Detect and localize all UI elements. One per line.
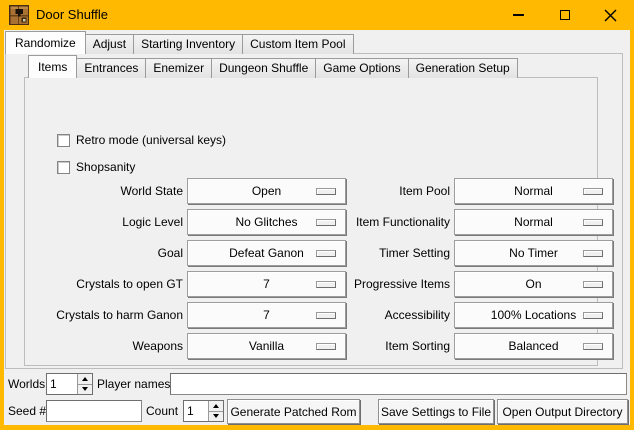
worlds-spinner	[46, 373, 93, 395]
progressive-items-label: Progressive Items	[281, 271, 450, 297]
world-state-value: Open	[252, 184, 281, 198]
count-label: Count	[146, 399, 178, 423]
tab-adjust[interactable]: Adjust	[85, 34, 134, 54]
shopsanity-option: Shopsanity	[57, 159, 135, 175]
maximize-icon	[560, 10, 570, 20]
dropdown-indicator-icon	[583, 250, 603, 257]
count-spinner	[183, 400, 224, 422]
worlds-label: Worlds	[8, 372, 45, 396]
item-functionality-value: Normal	[514, 215, 553, 229]
tab-enemizer[interactable]: Enemizer	[145, 58, 212, 78]
save-settings-button[interactable]: Save Settings to File	[378, 399, 494, 424]
client-area: Randomize Adjust Starting Inventory Cust…	[4, 30, 630, 425]
tab-custom-item-pool[interactable]: Custom Item Pool	[242, 34, 353, 54]
dropdown-indicator-icon	[583, 281, 603, 288]
count-spin-buttons	[208, 401, 223, 421]
item-pool-value: Normal	[514, 184, 553, 198]
spin-up-button[interactable]	[78, 374, 92, 384]
crystals-gt-value: 7	[263, 277, 270, 291]
item-functionality-dropdown[interactable]: Normal	[454, 209, 613, 235]
arrow-up-icon	[213, 404, 219, 408]
crystals-ganon-label: Crystals to harm Ganon	[51, 302, 183, 328]
player-names-label: Player names	[97, 372, 170, 396]
arrow-down-icon	[213, 414, 219, 418]
window: Door Shuffle Randomize Adjust Starting I…	[0, 0, 634, 430]
dropdown-indicator-icon	[583, 312, 603, 319]
tab-game-options[interactable]: Game Options	[315, 58, 408, 78]
progressive-items-value: On	[525, 277, 541, 291]
count-input[interactable]	[184, 401, 208, 421]
crystals-ganon-value: 7	[263, 308, 270, 322]
goal-label: Goal	[51, 240, 183, 266]
close-button[interactable]	[591, 0, 629, 30]
inner-tab-bar: Items Entrances Enemizer Dungeon Shuffle…	[28, 55, 518, 78]
minimize-button[interactable]	[499, 0, 537, 30]
player-names-input[interactable]	[170, 373, 627, 395]
timer-setting-dropdown[interactable]: No Timer	[454, 240, 613, 266]
window-title: Door Shuffle	[36, 0, 108, 30]
item-pool-label: Item Pool	[281, 178, 450, 204]
shopsanity-checkbox[interactable]	[57, 161, 70, 174]
seed-label: Seed #	[8, 399, 46, 423]
maximize-button[interactable]	[546, 0, 584, 30]
retro-mode-option: Retro mode (universal keys)	[57, 132, 226, 148]
spin-down-button[interactable]	[78, 384, 92, 395]
accessibility-value: 100% Locations	[491, 308, 576, 322]
item-sorting-dropdown[interactable]: Balanced	[454, 333, 613, 359]
logic-level-label: Logic Level	[51, 209, 183, 235]
titlebar: Door Shuffle	[0, 0, 634, 30]
retro-mode-checkbox[interactable]	[57, 134, 70, 147]
weapons-label: Weapons	[51, 333, 183, 359]
tab-items[interactable]: Items	[28, 55, 77, 78]
arrow-up-icon	[82, 377, 88, 381]
item-pool-dropdown[interactable]: Normal	[454, 178, 613, 204]
shopsanity-label: Shopsanity	[76, 160, 135, 174]
accessibility-label: Accessibility	[281, 302, 450, 328]
tab-entrances[interactable]: Entrances	[76, 58, 146, 78]
items-tab-panel: Retro mode (universal keys) Shopsanity W…	[24, 77, 598, 366]
world-state-label: World State	[51, 178, 183, 204]
tab-randomize[interactable]: Randomize	[5, 31, 86, 54]
worlds-spin-buttons	[77, 374, 92, 394]
close-icon	[604, 9, 617, 22]
dropdown-indicator-icon	[583, 188, 603, 195]
spin-down-button[interactable]	[209, 411, 223, 422]
item-functionality-label: Item Functionality	[281, 209, 450, 235]
timer-setting-label: Timer Setting	[281, 240, 450, 266]
generate-rom-button[interactable]: Generate Patched Rom	[227, 399, 360, 424]
timer-setting-value: No Timer	[509, 246, 558, 260]
arrow-down-icon	[82, 387, 88, 391]
item-sorting-label: Item Sorting	[281, 333, 450, 359]
retro-mode-label: Retro mode (universal keys)	[76, 133, 226, 147]
item-sorting-value: Balanced	[508, 339, 558, 353]
accessibility-dropdown[interactable]: 100% Locations	[454, 302, 613, 328]
tab-generation-setup[interactable]: Generation Setup	[408, 58, 518, 78]
dropdown-indicator-icon	[583, 219, 603, 226]
worlds-input[interactable]	[47, 374, 77, 394]
dropdown-indicator-icon	[583, 343, 603, 350]
spin-up-button[interactable]	[209, 401, 223, 411]
tab-starting-inventory[interactable]: Starting Inventory	[133, 34, 243, 54]
crystals-gt-label: Crystals to open GT	[51, 271, 183, 297]
progressive-items-dropdown[interactable]: On	[454, 271, 613, 297]
door-icon	[9, 5, 29, 25]
tab-dungeon-shuffle[interactable]: Dungeon Shuffle	[211, 58, 316, 78]
weapons-value: Vanilla	[249, 339, 284, 353]
seed-input[interactable]	[46, 400, 142, 422]
open-output-button[interactable]: Open Output Directory	[497, 399, 628, 424]
outer-tab-bar: Randomize Adjust Starting Inventory Cust…	[5, 31, 354, 54]
minimize-icon	[513, 14, 524, 16]
